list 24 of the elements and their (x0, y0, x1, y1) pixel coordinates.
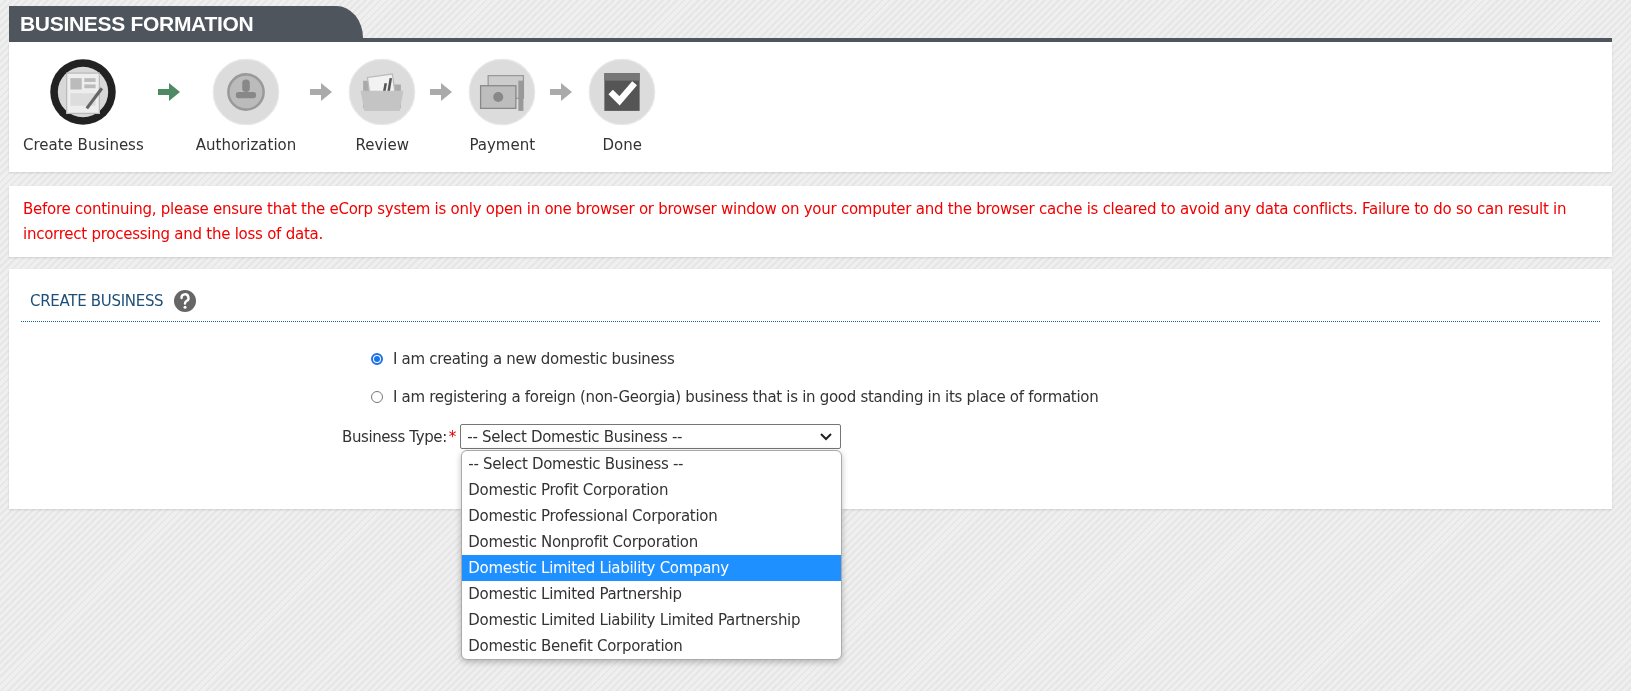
select-field[interactable]: -- Select Domestic Business -- (460, 424, 842, 449)
step-label: Payment (469, 136, 536, 154)
radio-label[interactable]: I am registering a foreign (non-Georgia) business that is in good standing in its place of formation (393, 388, 1099, 406)
dropdown-option[interactable]: Domestic Profit Corporation (462, 477, 842, 503)
step-label: Authorization (195, 136, 297, 154)
dropdown-option[interactable]: Domestic Nonprofit Corporation (462, 529, 842, 555)
help-icon[interactable] (173, 289, 198, 313)
caret-icon (820, 432, 833, 441)
section-title: CREATE BUSINESS (30, 292, 164, 310)
radio-button[interactable] (371, 391, 383, 403)
dropdown-option[interactable]: Domestic Benefit Corporation (462, 633, 842, 659)
step-label: Review (355, 136, 409, 154)
warning-message: Before continuing, please ensure that the eCorp system is only open in one browser or browser window on your computer and the browser cache is cleared to avoid any data conflicts. Failure to do so can result in incorrect processing and the loss of data. (23, 199, 1568, 245)
arrow-icon (157, 82, 182, 102)
dropdown-option[interactable]: Domestic Limited Partnership (462, 581, 842, 607)
dropdown-option[interactable]: Domestic Professional Corporation (462, 503, 842, 529)
radio-label[interactable]: I am creating a new domestic business (393, 350, 675, 368)
required-mark: * (448, 427, 457, 446)
radio-button[interactable] (371, 353, 383, 365)
dropdown-option[interactable]: -- Select Domestic Business -- (462, 451, 842, 477)
step-label: Done (602, 136, 642, 154)
step-label: Create Business (23, 136, 144, 154)
field-label: Business Type: (342, 427, 447, 446)
dropdown-option[interactable]: Domestic Limited Liability Limited Partnership (462, 607, 842, 633)
